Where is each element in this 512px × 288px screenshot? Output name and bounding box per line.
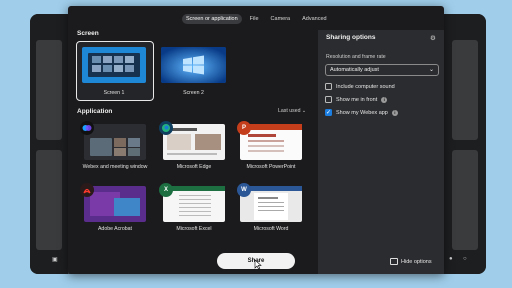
screen-section-title: Screen bbox=[77, 30, 99, 37]
info-icon[interactable]: i bbox=[381, 96, 388, 103]
webex-icon bbox=[80, 121, 94, 135]
excel-app-label: Microsoft Excel bbox=[176, 226, 212, 232]
resolution-label: Resolution and frame rate bbox=[326, 54, 386, 60]
show-webex-app-label: Show my Webex app bbox=[336, 109, 388, 116]
show-me-in-front-label: Show me in front bbox=[336, 96, 378, 103]
panel-toggle-icon bbox=[390, 258, 398, 265]
info-icon[interactable]: i bbox=[391, 109, 398, 116]
windows-wallpaper-icon bbox=[161, 47, 226, 83]
show-webex-app-checkbox[interactable]: ✓ bbox=[325, 109, 332, 116]
show-webex-app-option[interactable]: ✓ Show my Webex app i bbox=[325, 109, 398, 116]
word-app-label: Microsoft Word bbox=[253, 226, 289, 232]
participants-icon[interactable]: ● bbox=[449, 256, 453, 262]
sort-dropdown[interactable]: Last used ⌄ bbox=[278, 108, 306, 114]
powerpoint-app-label: Microsoft PowerPoint bbox=[246, 164, 296, 170]
tab-file[interactable]: File bbox=[246, 14, 263, 24]
gear-icon[interactable]: ⚙ bbox=[430, 34, 436, 42]
resolution-select[interactable]: Automatically adjust ⌄ bbox=[325, 64, 439, 76]
background-tile bbox=[36, 150, 62, 250]
powerpoint-icon: P bbox=[237, 121, 251, 135]
hide-options-label: Hide options bbox=[401, 258, 432, 265]
word-icon: W bbox=[237, 183, 251, 197]
tab-camera[interactable]: Camera bbox=[267, 14, 295, 24]
tab-screen-or-application[interactable]: Screen or application bbox=[182, 14, 242, 24]
acrobat-icon bbox=[80, 183, 94, 197]
mouse-cursor-icon bbox=[254, 259, 262, 270]
screen-1-label: Screen 1 bbox=[103, 90, 125, 96]
screen-2-thumbnail[interactable] bbox=[161, 47, 226, 83]
screen-2-label: Screen 2 bbox=[183, 90, 204, 96]
application-section-title: Application bbox=[77, 108, 113, 115]
chat-bubble-icon[interactable]: ○ bbox=[463, 256, 467, 262]
include-sound-label: Include computer sound bbox=[336, 83, 395, 90]
chat-icon[interactable]: ▣ bbox=[52, 256, 58, 263]
screen-1-thumbnail[interactable] bbox=[82, 47, 146, 83]
background-tile bbox=[452, 40, 478, 140]
include-sound-checkbox[interactable] bbox=[325, 83, 332, 90]
chevron-down-icon: ⌄ bbox=[428, 67, 434, 73]
show-me-in-front-checkbox[interactable] bbox=[325, 96, 332, 103]
hide-options-button[interactable]: Hide options bbox=[390, 258, 432, 265]
tab-advanced[interactable]: Advanced bbox=[298, 14, 330, 24]
acrobat-app-label: Adobe Acrobat bbox=[97, 226, 133, 232]
sharing-options-title: Sharing options bbox=[326, 34, 376, 41]
edge-icon bbox=[159, 121, 173, 135]
edge-app-label: Microsoft Edge bbox=[176, 164, 212, 170]
share-tabs: Screen or application File Camera Advanc… bbox=[182, 14, 331, 24]
include-sound-option[interactable]: Include computer sound bbox=[325, 83, 395, 90]
resolution-value: Automatically adjust bbox=[330, 67, 379, 73]
webex-app-label: Webex and meeting window bbox=[82, 164, 148, 170]
background-tile bbox=[36, 40, 62, 140]
show-me-in-front-option[interactable]: Show me in front i bbox=[325, 96, 388, 103]
background-tile bbox=[452, 150, 478, 250]
excel-icon: X bbox=[159, 183, 173, 197]
